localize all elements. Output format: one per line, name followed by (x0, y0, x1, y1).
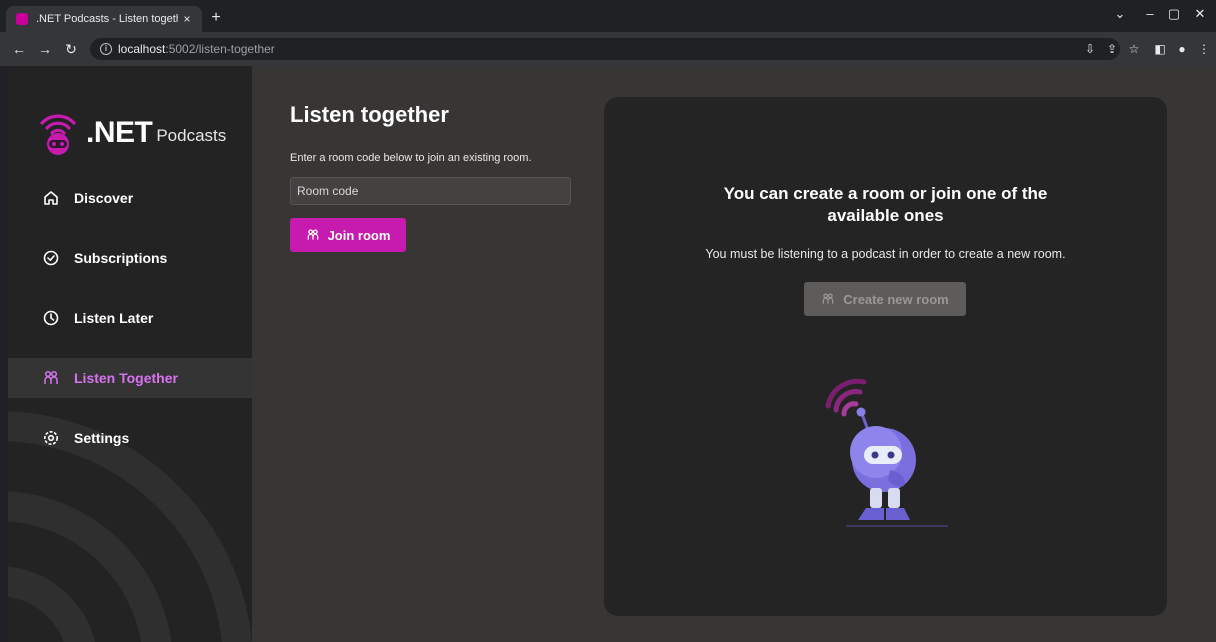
minimize-icon[interactable]: – (1138, 6, 1162, 21)
sidebar-item-listen-later[interactable]: Listen Later (8, 298, 252, 338)
home-icon (44, 191, 58, 205)
sidebar-item-label: Discover (74, 190, 134, 206)
people-icon (822, 293, 834, 304)
create-new-room-button[interactable]: Create new room (804, 282, 966, 316)
tab-close-icon[interactable]: × (178, 12, 196, 26)
browser-tabstrip: .NET Podcasts - Listen together × + ⌄ – … (0, 0, 1216, 32)
side-panel-icon[interactable]: ◧ (1152, 41, 1168, 57)
podcast-favicon-icon (16, 13, 28, 25)
people-icon (44, 370, 58, 384)
app-root: .NET Podcasts Discover Subscriptions Lis… (8, 66, 1216, 642)
sidebar-item-settings[interactable]: Settings (8, 418, 252, 458)
join-instructions: Enter a room code below to join an exist… (290, 152, 532, 164)
sidebar-item-discover[interactable]: Discover (8, 178, 252, 218)
new-tab-button[interactable]: + (206, 8, 226, 28)
close-window-icon[interactable]: ✕ (1188, 6, 1212, 22)
tab-search-icon[interactable]: ⌄ (1108, 6, 1132, 22)
panel-note: You must be listening to a podcast in or… (705, 247, 1066, 261)
robot-mascot-icon (825, 378, 948, 527)
panel-title: You can create a room or join one of the… (723, 184, 1048, 225)
clock-icon (43, 310, 59, 326)
bookmark-star-icon[interactable]: ☆ (1126, 41, 1142, 57)
forward-icon[interactable]: → (36, 40, 54, 58)
tab-title: .NET Podcasts - Listen together (36, 13, 178, 25)
sidebar-item-label: Subscriptions (74, 250, 168, 266)
join-room-button[interactable]: Join room (290, 218, 406, 252)
url-host: localhost (118, 42, 166, 56)
room-code-input[interactable] (290, 177, 571, 205)
site-info-icon[interactable]: i (100, 43, 112, 55)
back-icon[interactable]: ← (10, 40, 28, 58)
reload-icon[interactable]: ↻ (62, 40, 80, 58)
check-circle-icon (43, 250, 59, 266)
sidebar-item-label: Settings (74, 430, 130, 446)
podcast-mascot-logo-icon (40, 114, 76, 155)
gear-icon (44, 431, 58, 445)
brand-name: .NET (86, 116, 153, 149)
brand-subtitle: Podcasts (156, 126, 227, 145)
sidebar-item-subscriptions[interactable]: Subscriptions (8, 238, 252, 278)
address-bar[interactable]: i localhost:5002/listen-together (90, 38, 1120, 60)
url-path: :5002/listen-together (165, 42, 275, 56)
create-new-room-label: Create new room (843, 291, 949, 307)
create-room-panel: You can create a room or join one of the… (604, 97, 1167, 616)
profile-icon[interactable]: ● (1174, 41, 1190, 57)
share-icon[interactable]: ⇪ (1104, 41, 1120, 57)
restore-icon[interactable]: ▢ (1162, 6, 1186, 22)
sidebar-item-listen-together[interactable]: Listen Together (8, 358, 252, 398)
sidebar: .NET Podcasts Discover Subscriptions Lis… (8, 66, 252, 642)
sidebar-item-label: Listen Later (74, 310, 154, 326)
sidebar-item-label: Listen Together (74, 370, 178, 386)
browser-tab[interactable]: .NET Podcasts - Listen together × (6, 6, 202, 32)
people-icon (307, 229, 318, 240)
install-app-icon[interactable]: ⇩ (1082, 41, 1098, 57)
browser-toolbar: ← → ↻ i localhost:5002/listen-together ⇩… (0, 32, 1216, 66)
main-content: Listen together Enter a room code below … (252, 66, 1216, 642)
brand-logo[interactable]: .NET Podcasts (40, 110, 226, 156)
menu-kebab-icon[interactable]: ⋮ (1196, 41, 1212, 57)
join-room-label: Join room (327, 227, 391, 243)
page-title: Listen together (290, 102, 449, 127)
